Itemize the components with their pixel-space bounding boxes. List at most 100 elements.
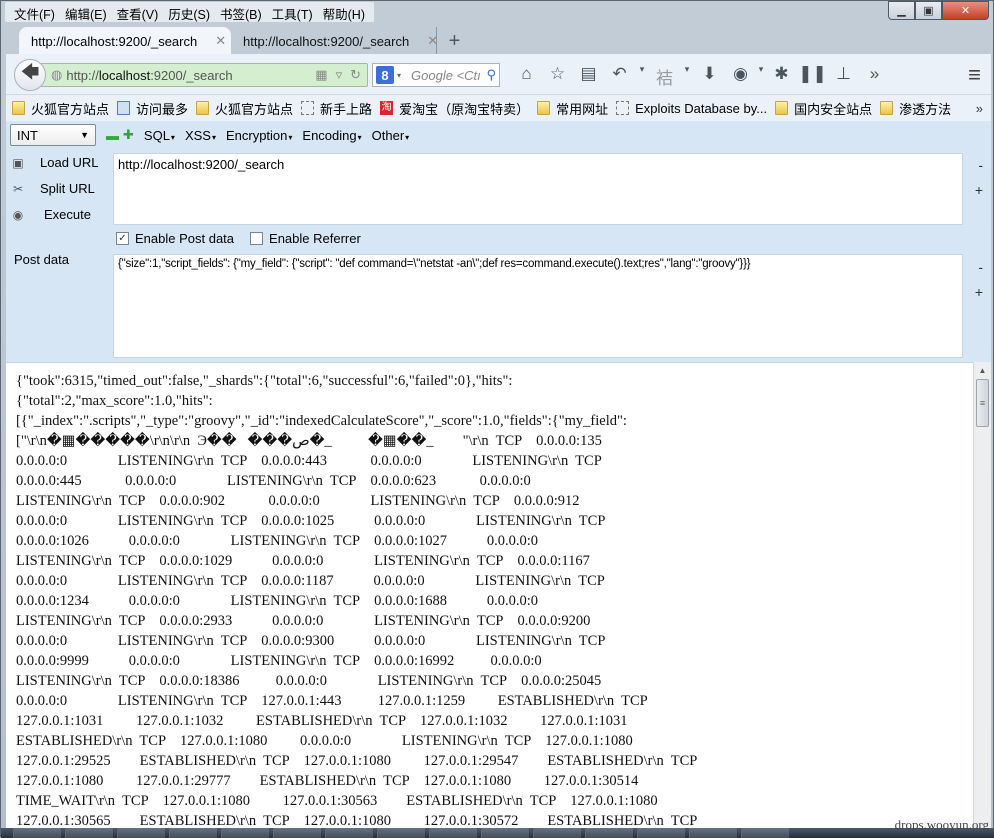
reload-icon[interactable]: ↻ bbox=[350, 67, 361, 83]
expand-post-button[interactable]: + bbox=[975, 284, 983, 300]
expand-url-button[interactable]: + bbox=[975, 182, 983, 198]
encoding-menu[interactable]: Encoding bbox=[302, 128, 361, 143]
bookmark-item[interactable]: 渗透方法 bbox=[880, 99, 951, 118]
execute-icon: ◉ bbox=[12, 207, 24, 222]
execute-button[interactable]: ◉ Execute bbox=[10, 207, 91, 222]
bookmark-item[interactable]: 火狐官方站点 bbox=[196, 99, 293, 118]
response-line: 0.0.0.0:0 LISTENING\r\n TCP 0.0.0.0:9300… bbox=[16, 633, 606, 649]
response-line: LISTENING\r\n TCP 0.0.0.0:2933 0.0.0.0:0… bbox=[16, 613, 591, 629]
reading-list-icon[interactable]: ▤ bbox=[573, 64, 604, 89]
engine-dropdown-icon[interactable]: ▾ bbox=[397, 71, 401, 80]
bookmark-star-icon[interactable]: ☆ bbox=[542, 64, 573, 89]
tab-1[interactable]: http://localhost:9200/_search ✕ bbox=[19, 27, 231, 55]
menu-bookmarks[interactable]: 书签(B) bbox=[215, 2, 267, 22]
search-box[interactable]: 8 ▾ Google <Ctı ⚲ bbox=[372, 63, 500, 87]
bookmarks-toolbar: 火狐官方站点 访问最多 火狐官方站点 新手上路 淘爱淘宝（原淘宝特卖） 常用网址… bbox=[6, 95, 991, 121]
decrease-icon[interactable]: ▬ bbox=[106, 128, 119, 143]
response-line: {"total":2,"max_score":1.0,"hits": bbox=[16, 393, 213, 409]
menu-help[interactable]: 帮助(H) bbox=[318, 2, 370, 22]
enable-post-label: Enable Post data bbox=[135, 231, 235, 246]
checkbox-unchecked-icon bbox=[250, 232, 264, 245]
back-button[interactable]: 🡄 bbox=[14, 59, 46, 91]
menu-edit[interactable]: 编辑(E) bbox=[60, 2, 112, 22]
search-placeholder: Google <Ctı bbox=[411, 67, 481, 83]
minimize-button[interactable]: ▁ bbox=[888, 1, 915, 20]
tab-strip: http://localhost:9200/_search ✕ http://l… bbox=[19, 27, 472, 55]
bookmarks-overflow-icon[interactable]: » bbox=[976, 101, 983, 116]
hamburger-menu-icon[interactable]: ≡ bbox=[968, 62, 981, 88]
hackbar-panel: INT ▼ ▬ ✚ SQL XSS Encryption Encoding Ot… bbox=[6, 121, 991, 362]
response-line: 127.0.0.1:29525 ESTABLISHED\r\n TCP 127.… bbox=[16, 753, 698, 769]
back-arrow-icon: 🡄 bbox=[20, 62, 40, 82]
maximize-button[interactable]: ▣ bbox=[915, 1, 942, 20]
menu-file[interactable]: 文件(F) bbox=[9, 2, 60, 22]
enable-post-checkbox[interactable]: ✓ Enable Post data bbox=[116, 231, 234, 246]
sql-menu[interactable]: SQL bbox=[144, 128, 175, 143]
qr-code-icon[interactable]: ▦ bbox=[315, 67, 327, 83]
enable-referrer-checkbox[interactable]: Enable Referrer bbox=[250, 231, 361, 246]
shrink-post-button[interactable]: - bbox=[978, 259, 983, 275]
response-line: LISTENING\r\n TCP 0.0.0.0:1029 0.0.0.0:0… bbox=[16, 553, 590, 569]
split-url-button[interactable]: ✂ Split URL bbox=[10, 181, 95, 196]
response-content: {"took":6315,"timed_out":false,"_shards"… bbox=[6, 362, 973, 838]
increase-icon[interactable]: ✚ bbox=[123, 127, 134, 143]
menu-view[interactable]: 查看(V) bbox=[112, 2, 164, 22]
history-dropdown-icon[interactable]: ▿ bbox=[336, 67, 343, 83]
close-window-button[interactable]: ✕ bbox=[942, 1, 989, 20]
response-line: 0.0.0.0:0 LISTENING\r\n TCP 0.0.0.0:1025… bbox=[16, 513, 606, 529]
new-tab-button[interactable]: + bbox=[436, 27, 472, 55]
xss-menu[interactable]: XSS bbox=[185, 128, 216, 143]
menu-history[interactable]: 历史(S) bbox=[163, 2, 215, 22]
download-icon[interactable]: ⬇ bbox=[694, 64, 725, 89]
response-line: 0.0.0.0:0 LISTENING\r\n TCP 127.0.0.1:44… bbox=[16, 693, 648, 709]
scroll-up-icon[interactable]: ▲ bbox=[974, 362, 991, 379]
post-data-textarea[interactable]: {"size":1,"script_fields": {"my_field": … bbox=[113, 254, 963, 358]
overflow-icon[interactable]: » bbox=[859, 64, 890, 89]
search-engine-icon[interactable]: 8 bbox=[376, 66, 394, 84]
dropdown-icon[interactable]: ▾ bbox=[680, 64, 694, 89]
address-bar[interactable]: ◍ http://localhost:9200/_search ▦ ▿ ↻ bbox=[40, 63, 368, 87]
load-url-button[interactable]: ▣ Load URL bbox=[10, 155, 98, 170]
bookmark-item[interactable]: 淘爱淘宝（原淘宝特卖） bbox=[380, 99, 529, 118]
footprints-icon[interactable]: ❚❚ bbox=[797, 64, 828, 89]
scissors-icon: ✂ bbox=[12, 181, 24, 196]
bookmark-item[interactable]: 访问最多 bbox=[117, 99, 188, 118]
bookmark-label: 火狐官方站点 bbox=[31, 101, 110, 117]
address-url[interactable]: http://localhost:9200/_search bbox=[66, 68, 232, 83]
scroll-thumb[interactable]: ≡ bbox=[976, 379, 989, 427]
shrink-url-button[interactable]: - bbox=[978, 157, 983, 173]
bug-icon[interactable]: ✱ bbox=[766, 64, 797, 89]
tab-2[interactable]: http://localhost:9200/_search ✕ bbox=[231, 27, 438, 55]
vertical-scrollbar[interactable]: ▲ ≡ bbox=[973, 362, 991, 838]
close-tab-icon[interactable]: ✕ bbox=[215, 33, 226, 49]
sitemap-icon[interactable]: ⊥ bbox=[828, 64, 859, 89]
response-line: 0.0.0.0:1026 0.0.0.0:0 LISTENING\r\n TCP… bbox=[16, 533, 538, 549]
page-icon bbox=[616, 101, 630, 115]
response-line: ["\r\n�▦�����\r\n\r\n Э�� ���ص�_ �▦��_ "… bbox=[16, 433, 602, 449]
toolbar-icons: ⌂ ☆ ▤ ↶ ▾ 袺 ▾ ⬇ ◉ ▾ ✱ ❚❚ ⊥ » bbox=[511, 64, 890, 89]
response-line: 0.0.0.0:0 LISTENING\r\n TCP 0.0.0.0:1187… bbox=[16, 573, 605, 589]
home-icon[interactable]: ⌂ bbox=[511, 64, 542, 89]
extension-icon[interactable]: 袺 bbox=[649, 64, 680, 89]
type-select[interactable]: INT ▼ bbox=[10, 124, 96, 146]
bookmark-item[interactable]: 火狐官方站点 bbox=[12, 99, 109, 118]
response-line: ESTABLISHED\r\n TCP 127.0.0.1:1080 0.0.0… bbox=[16, 733, 633, 749]
response-line: TIME_WAIT\r\n TCP 127.0.0.1:1080 127.0.0… bbox=[16, 793, 658, 809]
bookmark-item[interactable]: Exploits Database by... bbox=[616, 101, 767, 116]
bookmark-item[interactable]: 常用网址 bbox=[537, 99, 608, 118]
bookmark-item[interactable]: 国内安全站点 bbox=[775, 99, 872, 118]
chevron-down-icon: ▼ bbox=[80, 130, 89, 140]
menu-tools[interactable]: 工具(T) bbox=[267, 2, 318, 22]
encryption-menu[interactable]: Encryption bbox=[226, 128, 292, 143]
dropdown-icon[interactable]: ▾ bbox=[635, 64, 649, 89]
undo-icon[interactable]: ↶ bbox=[604, 64, 635, 89]
enable-referrer-label: Enable Referrer bbox=[269, 231, 361, 246]
split-url-label: Split URL bbox=[40, 181, 95, 196]
dropdown-icon[interactable]: ▾ bbox=[756, 64, 766, 89]
other-menu[interactable]: Other bbox=[372, 128, 410, 143]
folder-icon bbox=[880, 101, 894, 115]
search-icon[interactable]: ⚲ bbox=[486, 67, 496, 83]
url-textarea[interactable]: http://localhost:9200/_search bbox=[113, 153, 963, 225]
bookmark-item[interactable]: 新手上路 bbox=[301, 99, 372, 118]
sync-icon[interactable]: ◉ bbox=[725, 64, 756, 89]
